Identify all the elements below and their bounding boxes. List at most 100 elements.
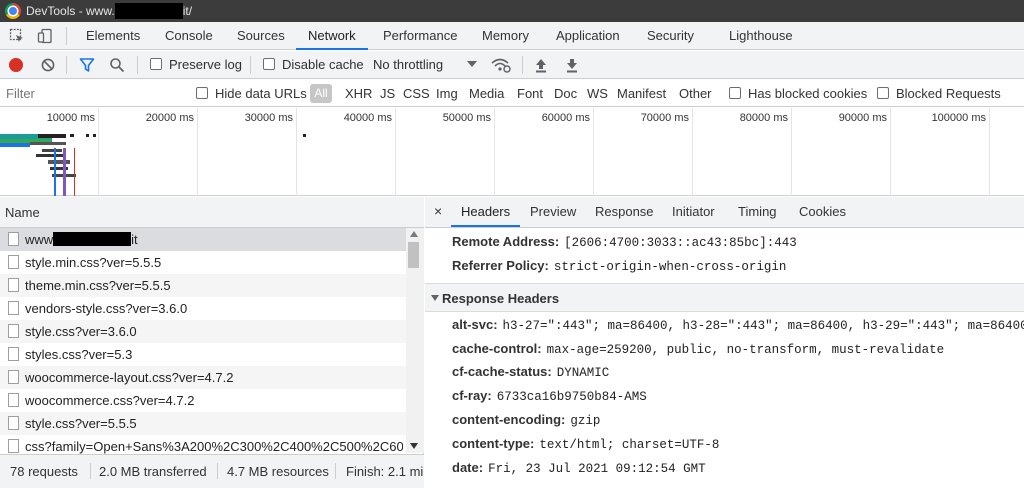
filter-type-js[interactable]: JS [380,86,395,101]
timeline-bar [0,143,30,147]
window-title-prefix: DevTools - www. [26,4,115,18]
hide-data-urls-checkbox[interactable] [196,87,208,99]
request-name-suffix: it [131,232,138,247]
import-har-icon[interactable] [533,57,549,73]
header-name: date: [452,460,484,475]
filter-type-img[interactable]: Img [436,86,458,101]
request-row[interactable]: style.min.css?ver=5.5.5 [0,251,406,274]
tab-timing[interactable]: Timing [738,204,777,219]
filter-all-button[interactable]: All [310,84,332,103]
throttling-select[interactable]: No throttling [373,57,443,72]
request-row[interactable]: vendors-style.css?ver=3.6.0 [0,297,406,320]
timeline-bar [42,149,62,152]
timeline-gridline [692,108,693,196]
tab-lighthouse[interactable]: Lighthouse [729,22,793,50]
close-details-icon[interactable]: × [434,203,442,219]
request-name: style.css?ver=5.5.5 [25,416,137,431]
has-blocked-cookies-label[interactable]: Has blocked cookies [748,86,867,101]
file-icon [8,416,19,430]
transferred-size: 2.0 MB transferred [99,464,207,479]
search-icon[interactable] [109,57,125,73]
record-icon[interactable] [9,58,23,72]
tab-cookies[interactable]: Cookies [799,204,846,219]
chevron-down-icon[interactable] [467,60,477,68]
filter-type-other[interactable]: Other [679,86,712,101]
scroll-up-icon[interactable] [410,231,418,237]
tab-memory[interactable]: Memory [482,22,529,50]
clear-icon[interactable] [40,57,56,73]
filter-type-xhr[interactable]: XHR [345,86,372,101]
tab-security[interactable]: Security [647,22,694,50]
network-toolbar: Preserve log Disable cache No throttling [0,51,1024,79]
tab-console[interactable]: Console [165,22,213,50]
filter-bar: Hide data URLs All XHR JS CSS Img Media … [0,80,1024,107]
device-toolbar-icon[interactable] [36,27,54,45]
request-list-scrollbar[interactable] [406,228,424,453]
file-icon [8,439,19,453]
request-row[interactable]: woocommerce-layout.css?ver=4.7.2 [0,366,406,389]
header-name: Remote Address: [452,234,560,249]
tab-application[interactable]: Application [556,22,620,50]
header-value: gzip [570,414,601,428]
tab-network[interactable]: Network [296,22,368,50]
header-remote-address: Remote Address: [2606:4700:3033::ac43:85b… [452,234,797,250]
timeline-gridline [494,108,495,196]
tab-sources[interactable]: Sources [237,22,285,50]
disable-cache-label[interactable]: Disable cache [282,57,364,72]
timeline-tick: 20000 ms [145,112,194,124]
filter-type-ws[interactable]: WS [587,86,608,101]
request-row[interactable]: theme.min.css?ver=5.5.5 [0,274,406,297]
tab-preview[interactable]: Preview [530,204,576,219]
request-row[interactable]: style.css?ver=5.5.5 [0,412,406,435]
timeline-bar [38,134,66,138]
timeline-tick: 100000 ms [931,112,986,124]
inspect-element-icon[interactable] [8,27,26,45]
request-name: woocommerce.css?ver=4.7.2 [25,393,195,408]
timeline-tick: 40000 ms [343,112,392,124]
request-row[interactable]: style.css?ver=3.6.0 [0,320,406,343]
timeline-overview[interactable]: 10000 ms 20000 ms 30000 ms 40000 ms 5000… [0,108,1024,196]
filter-type-css[interactable]: CSS [403,86,430,101]
response-headers-section[interactable]: Response Headers [425,283,1024,312]
toolbar-divider [66,56,67,74]
filter-type-media[interactable]: Media [469,86,504,101]
scroll-down-icon[interactable] [410,443,418,449]
request-name: styles.css?ver=5.3 [25,347,133,362]
network-status-bar: 78 requests 2.0 MB transferred 4.7 MB re… [0,454,424,488]
file-icon [8,255,19,269]
export-har-icon[interactable] [564,57,580,73]
file-icon [8,278,19,292]
expand-triangle-icon[interactable] [431,295,439,302]
network-conditions-icon[interactable] [490,56,512,74]
disable-cache-checkbox[interactable] [263,58,275,70]
has-blocked-cookies-checkbox[interactable] [729,87,741,99]
scrollbar-thumb[interactable] [408,242,419,268]
request-row[interactable]: woocommerce.css?ver=4.7.2 [0,389,406,412]
tab-elements[interactable]: Elements [86,22,140,50]
header-value: [2606:4700:3033::ac43:85bc]:443 [564,236,797,250]
preserve-log-label[interactable]: Preserve log [169,57,242,72]
header-name: alt-svc: [452,317,498,332]
filter-type-doc[interactable]: Doc [554,86,577,101]
header-value: Fri, 23 Jul 2021 09:12:54 GMT [488,462,706,476]
blocked-requests-checkbox[interactable] [877,87,889,99]
hide-data-urls-label[interactable]: Hide data URLs [215,86,307,101]
request-row[interactable]: styles.css?ver=5.3 [0,343,406,366]
name-column-header[interactable]: Name [0,197,424,228]
filter-input[interactable] [0,82,184,104]
filter-icon[interactable] [79,57,95,73]
tab-performance[interactable]: Performance [383,22,457,50]
file-icon [8,301,19,315]
blocked-requests-label[interactable]: Blocked Requests [896,86,1001,101]
header-value: strict-origin-when-cross-origin [553,260,787,274]
filter-type-font[interactable]: Font [517,86,543,101]
timeline-tick: 50000 ms [442,112,491,124]
preserve-log-checkbox[interactable] [150,58,162,70]
header-value: max-age=259200, public, no-transform, mu… [546,343,945,357]
tab-response[interactable]: Response [595,204,654,219]
tab-headers[interactable]: Headers [461,204,510,219]
filter-type-manifest[interactable]: Manifest [617,86,666,101]
tab-initiator[interactable]: Initiator [672,204,715,219]
request-row[interactable]: css?family=Open+Sans%3A200%2C300%2C400%2… [0,435,406,454]
request-row[interactable]: www it [0,228,406,251]
